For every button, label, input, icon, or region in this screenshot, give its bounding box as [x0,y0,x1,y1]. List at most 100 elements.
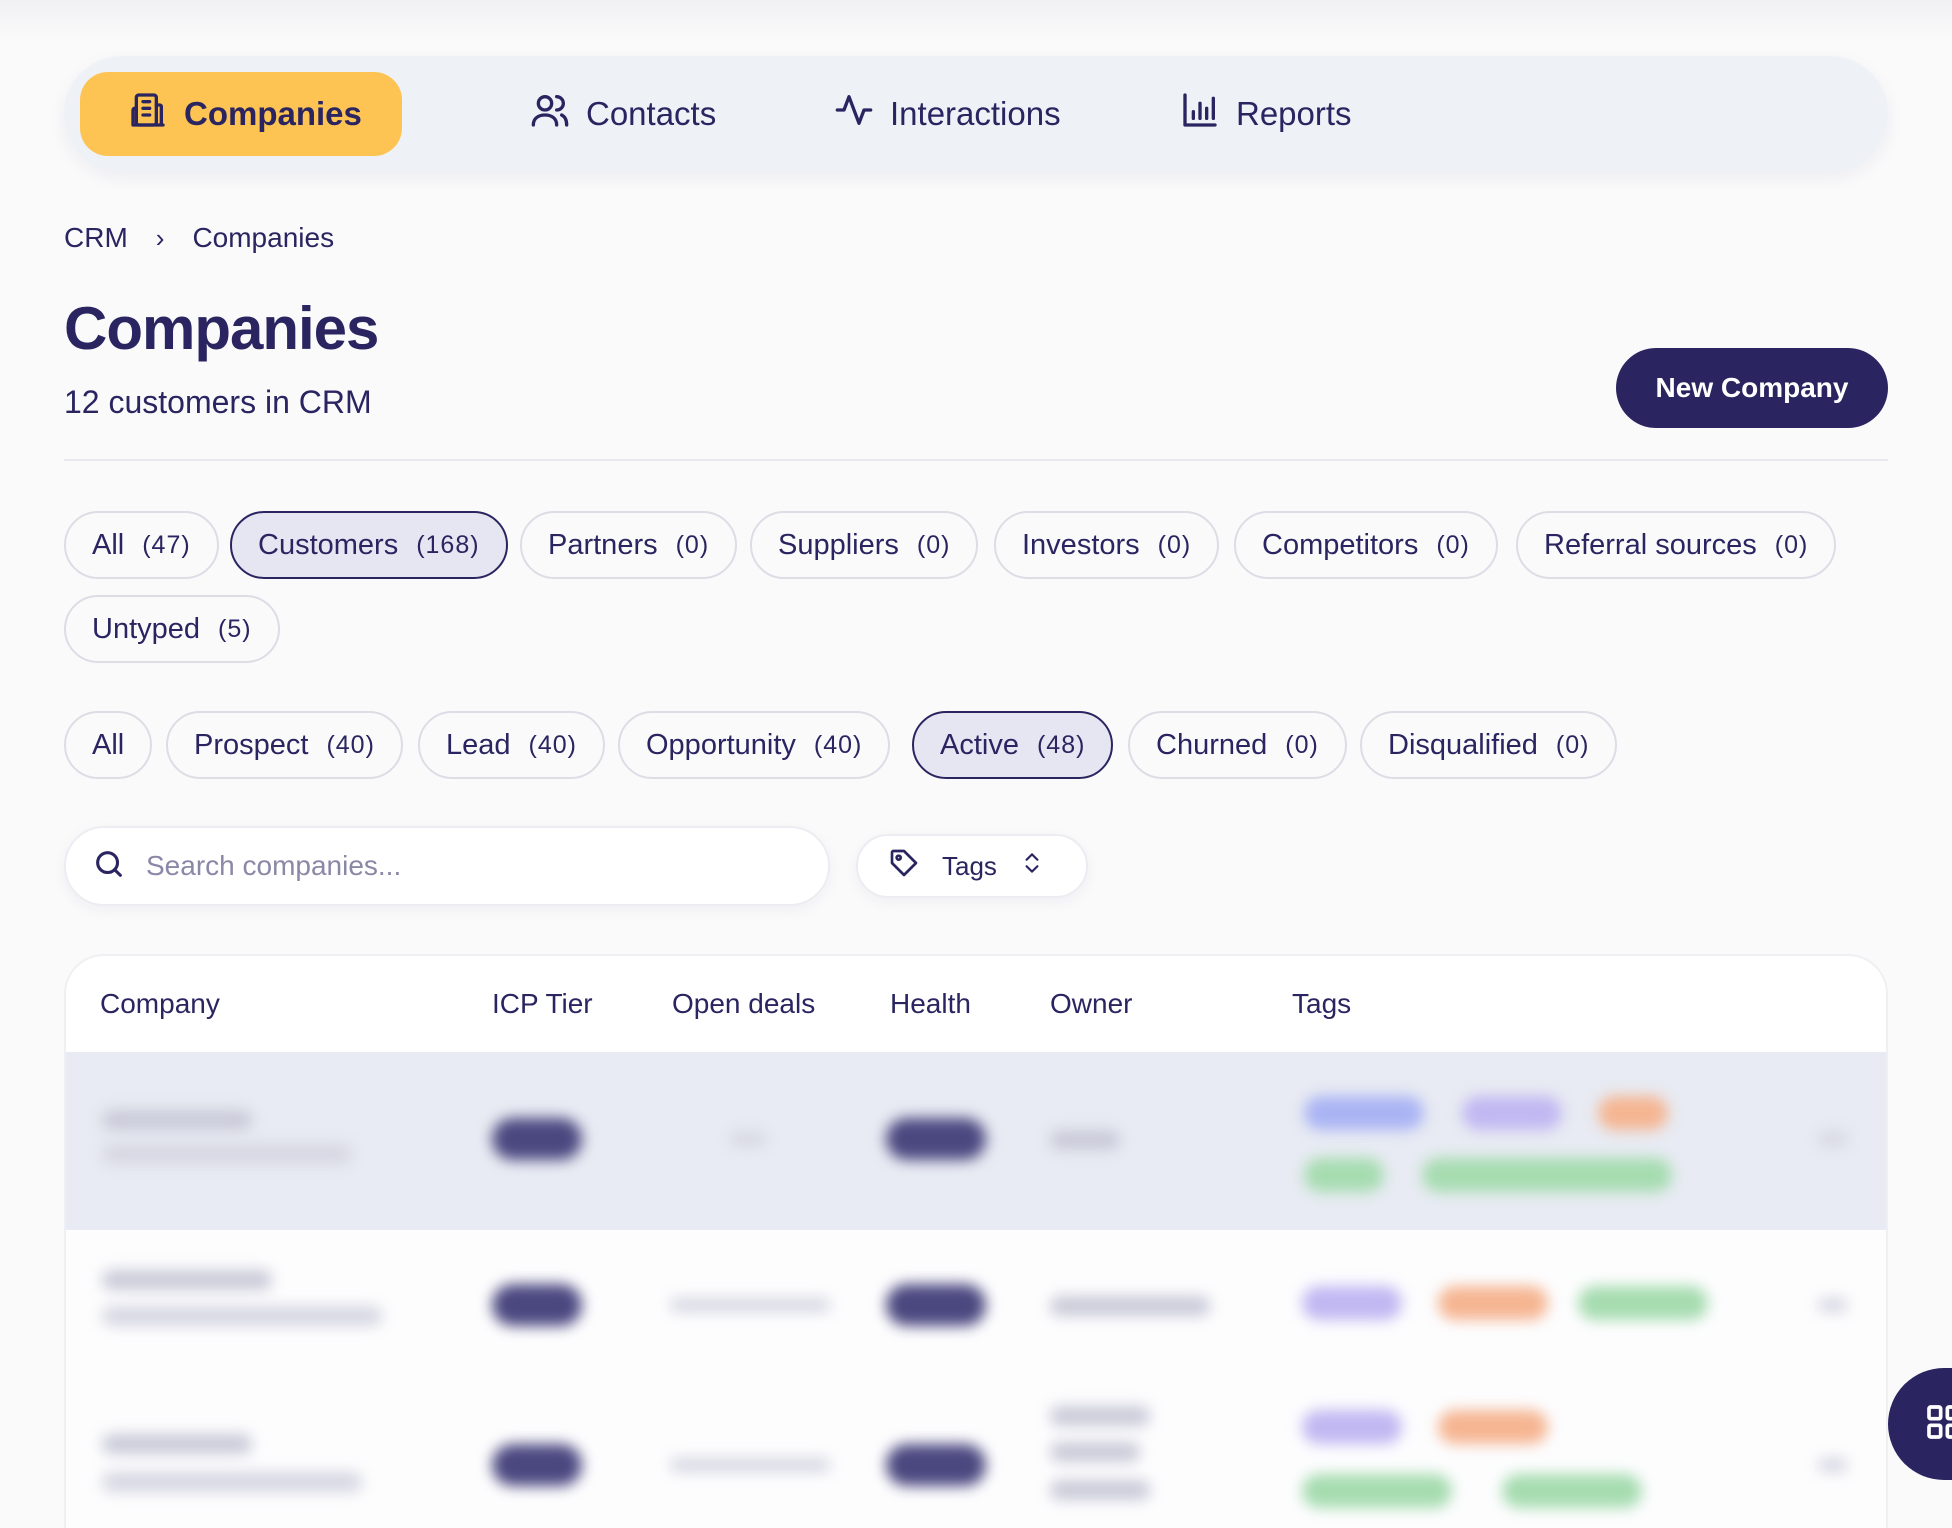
blurred-owner [1050,1480,1150,1500]
filter-type-investors[interactable]: Investors (0) [994,511,1220,579]
page-subtitle: 12 customers in CRM [64,384,372,420]
blurred-tag [1438,1286,1548,1320]
search-icon [92,847,126,886]
filter-stage-prospect[interactable]: Prospect (40) [166,711,403,779]
page-title: Companies [64,295,379,362]
bar-chart-icon [1180,90,1220,138]
blurred-tag [1304,1158,1384,1192]
filter-type-partners[interactable]: Partners (0) [520,511,738,579]
blurred-tag [1302,1410,1402,1444]
pill-label: Opportunity [646,728,796,761]
table-row[interactable] [66,1230,1886,1380]
blurred-row-action [1818,1132,1848,1146]
new-company-button[interactable]: New Company [1616,348,1888,428]
pill-count: (0) [1285,730,1319,759]
blurred-health-badge [886,1444,986,1486]
blurred-health-badge [886,1118,986,1160]
blurred-open-deals [730,1132,766,1146]
blurred-company-name [102,1434,252,1454]
filter-type-customers[interactable]: Customers (168) [230,511,508,579]
breadcrumb: CRM › Companies [64,222,334,254]
companies-table: Company ICP Tier Open deals Health Owner… [64,954,1888,1528]
pill-count: (168) [416,530,480,559]
blurred-owner [1050,1442,1140,1462]
blurred-tag [1304,1096,1424,1130]
filter-type-untyped[interactable]: Untyped (5) [64,595,280,663]
divider [64,459,1888,461]
filter-type-suppliers[interactable]: Suppliers (0) [750,511,979,579]
blurred-health-badge [886,1284,986,1326]
table-row[interactable] [66,1052,1886,1230]
pill-label: Churned [1156,728,1268,761]
pill-label: Customers [258,528,399,561]
nav-tab-reports[interactable]: Reports [1132,72,1400,156]
search-input[interactable] [146,850,802,882]
pill-label: Active [940,728,1019,761]
nav-tab-interactions[interactable]: Interactions [786,72,1109,156]
blurred-open-deals [670,1458,830,1472]
blurred-tag [1598,1096,1668,1130]
blurred-company-domain [102,1306,382,1326]
blurred-company-name [102,1110,252,1130]
filter-stage-all[interactable]: All [64,711,153,779]
pill-label: Investors [1022,528,1140,561]
column-header-owner[interactable]: Owner [1050,988,1132,1020]
pill-count: (0) [1555,730,1590,759]
pill-label: Disqualified [1388,728,1538,761]
blurred-owner [1050,1130,1120,1150]
blurred-company-domain [102,1472,362,1492]
pill-count: (0) [1436,530,1470,559]
nav-tab-contacts[interactable]: Contacts [482,72,764,156]
pill-label: All [92,728,125,761]
top-fade [0,0,1952,40]
blurred-tag [1302,1286,1402,1320]
filter-stage-churned[interactable]: Churned (0) [1128,711,1347,779]
blurred-tag [1422,1158,1672,1192]
breadcrumb-root[interactable]: CRM [64,222,128,254]
filter-type-competitors[interactable]: Competitors (0) [1234,511,1498,579]
blurred-tag [1438,1410,1548,1444]
search-box[interactable] [64,826,830,906]
blurred-tag [1578,1286,1708,1320]
nav-tab-companies[interactable]: Companies [80,72,402,156]
nav-tab-label: Contacts [586,95,717,132]
filter-stage-active[interactable]: Active (48) [912,711,1114,779]
tags-filter-select[interactable]: Tags [856,834,1088,898]
chevron-right-icon: › [155,222,165,253]
column-header-icp-tier[interactable]: ICP Tier [492,988,593,1020]
blurred-row-action [1818,1458,1848,1472]
main-nav: Companies Contacts Interactions Reports [64,56,1888,172]
pill-count: (0) [675,530,710,559]
pill-label: All [92,528,125,561]
blurred-row-action [1818,1298,1848,1312]
tags-filter-label: Tags [942,850,997,881]
pill-count: (0) [1157,530,1192,559]
column-header-open-deals[interactable]: Open deals [672,988,815,1020]
pill-count: (0) [916,530,951,559]
app-grid-fab[interactable] [1888,1368,1952,1480]
blurred-tag [1502,1474,1642,1508]
blurred-icp-tier-badge [492,1444,582,1486]
pill-label: Referral sources [1544,528,1757,561]
blurred-company-domain [102,1144,352,1164]
column-header-company[interactable]: Company [100,988,220,1020]
pill-label: Lead [446,728,511,761]
blurred-owner [1050,1296,1210,1316]
pill-label: Partners [548,528,658,561]
filter-type-referral-sources[interactable]: Referral sources (0) [1516,511,1837,579]
nav-tab-label: Reports [1236,95,1352,132]
breadcrumb-current: Companies [192,222,335,253]
filter-stage-opportunity[interactable]: Opportunity (40) [618,711,891,779]
activity-icon [834,90,874,138]
filter-type-all[interactable]: All (47) [64,511,219,579]
filter-stage-disqualified[interactable]: Disqualified (0) [1360,711,1618,779]
building-icon [128,90,168,138]
table-header: Company ICP Tier Open deals Health Owner… [66,956,1886,1052]
table-row[interactable] [66,1380,1886,1528]
tag-icon [888,847,920,886]
blurred-icp-tier-badge [492,1284,582,1326]
column-header-health[interactable]: Health [890,988,971,1020]
filter-stage-lead[interactable]: Lead (40) [418,711,605,779]
column-header-tags[interactable]: Tags [1292,988,1351,1020]
pill-label: Prospect [194,728,309,761]
